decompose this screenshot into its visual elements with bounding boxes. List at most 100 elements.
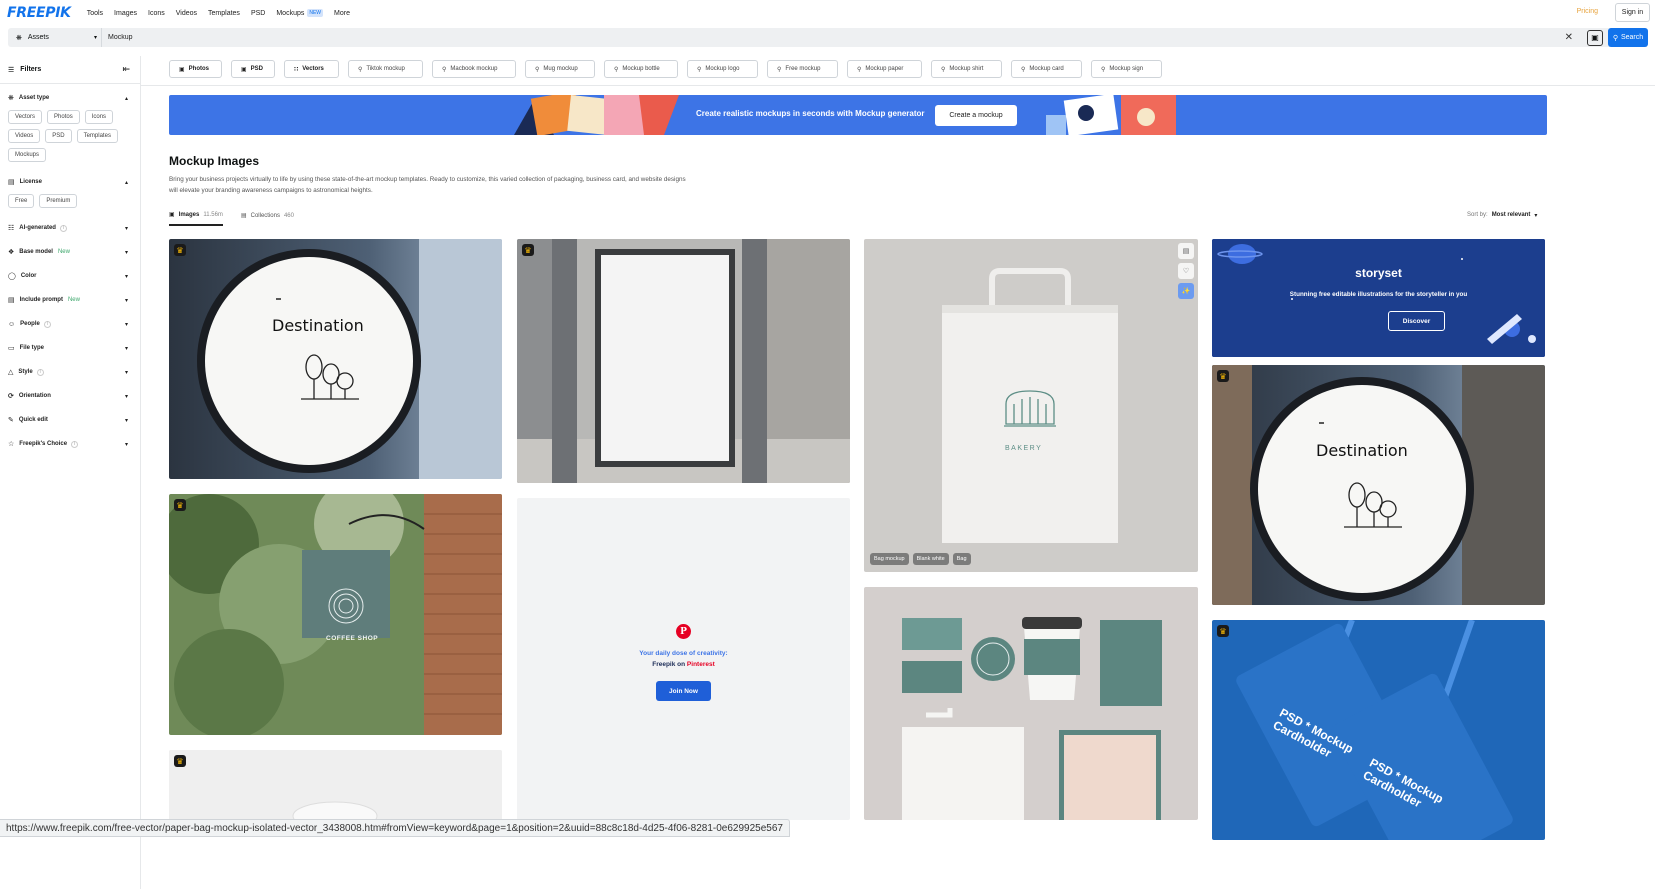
tab-collections-count: 460 <box>283 212 294 219</box>
filter-license-toggle[interactable]: ▤ License ▴ <box>0 170 140 194</box>
search-button[interactable]: ⚲ Search <box>1608 28 1648 47</box>
filter-style-toggle[interactable]: △ Style i ▾ <box>0 360 140 384</box>
pill-vectors[interactable]: ∷ Vectors <box>284 60 339 78</box>
page-description: Bring your business projects virtually t… <box>169 176 686 194</box>
asset-scope-dropdown[interactable]: ❋ Assets ▾ <box>8 28 102 47</box>
freepik-logo[interactable]: FREEPIK <box>7 5 71 21</box>
tag-bag[interactable]: Bag <box>952 553 971 565</box>
nav-videos[interactable]: Videos <box>176 10 197 17</box>
base-model-icon: ❖ <box>8 249 15 256</box>
filter-file-type-toggle[interactable]: ▭ File type ▾ <box>0 336 140 360</box>
sort-value: Most relevant <box>1491 212 1531 218</box>
sign-in-button[interactable]: Sign in <box>1615 3 1650 22</box>
pill-mockup-paper[interactable]: ⚲ Mockup paper <box>847 60 922 78</box>
pill-mockup-bottle[interactable]: ⚲ Mockup bottle <box>604 60 678 78</box>
nav-icons[interactable]: Icons <box>148 10 165 17</box>
sign-text: Destination <box>272 316 364 335</box>
filter-orientation-toggle[interactable]: ⟳ Orientation ▾ <box>0 384 140 408</box>
clear-icon[interactable]: ✕ <box>1565 32 1573 43</box>
result-card-billboard[interactable]: ♛ <box>517 239 850 483</box>
result-card-paper-bag[interactable]: BAKERY ▤ ♡ ✨ Bag mockup Blank white Bag <box>864 239 1198 572</box>
tag-bag-mockup[interactable]: Bag mockup <box>870 553 909 565</box>
nav-psd[interactable]: PSD <box>251 10 265 17</box>
pill-free-mockup[interactable]: ⚲ Free mockup <box>767 60 838 78</box>
result-card-cup[interactable]: ♛ <box>169 750 502 820</box>
tab-collections[interactable]: ▤ Collections 460 <box>241 211 294 226</box>
pill-macbook-mockup[interactable]: ⚲ Macbook mockup <box>432 60 516 78</box>
nav-templates[interactable]: Templates <box>208 10 240 17</box>
collapse-sidebar-icon[interactable]: ⇤ <box>122 64 130 75</box>
filter-asset-type-toggle[interactable]: ❋ Asset type ▴ <box>0 86 140 110</box>
filter-freepiks-choice-toggle[interactable]: ☆ Freepik's Choice i ▾ <box>0 432 140 456</box>
collection-icon[interactable]: ▤ <box>1178 243 1194 259</box>
pill-mockup-card[interactable]: ⚲ Mockup card <box>1011 60 1082 78</box>
filter-include-prompt-toggle[interactable]: ▤ Include prompt New ▾ <box>0 288 140 312</box>
cards-illustration <box>1046 95 1176 135</box>
info-icon: i <box>36 368 44 376</box>
filter-file-type: ▭ File type ▾ <box>0 336 140 360</box>
pricing-link[interactable]: Pricing <box>1577 8 1598 15</box>
chip-premium[interactable]: Premium <box>39 194 78 208</box>
chip-icons[interactable]: Icons <box>84 110 114 124</box>
tag-blank-white[interactable]: Blank white <box>912 553 949 565</box>
chip-psd[interactable]: PSD <box>45 129 72 143</box>
chip-vectors[interactable]: Vectors <box>8 110 43 124</box>
chip-photos[interactable]: Photos <box>47 110 80 124</box>
pill-psd[interactable]: ▣ PSD <box>231 60 275 78</box>
search-input[interactable] <box>102 28 1452 47</box>
pencil-icon: ✎ <box>8 417 14 424</box>
chevron-down-icon: ▾ <box>93 35 97 41</box>
license-chips: Free Premium <box>0 194 140 216</box>
edit-icon[interactable]: ✨ <box>1178 283 1194 299</box>
image-search-icon[interactable]: ▣ <box>1587 29 1603 46</box>
pinterest-line1: Your daily dose of creativity: <box>639 650 728 657</box>
nav-tools[interactable]: Tools <box>87 10 103 17</box>
nav-mockups[interactable]: Mockups NEW <box>276 9 324 17</box>
pill-label: Mockup shirt <box>949 66 984 72</box>
result-card-sign-destination[interactable]: Destination ♛ <box>169 239 502 479</box>
filter-orientation: ⟳ Orientation ▾ <box>0 384 140 408</box>
result-card-cardholder[interactable]: PSD * Mockup Cardholder PSD * Mockup Car… <box>1212 620 1545 840</box>
filter-ai-generated-toggle[interactable]: ☷ AI-generated i ▾ <box>0 216 140 240</box>
pill-mockup-shirt[interactable]: ⚲ Mockup shirt <box>931 60 1002 78</box>
result-tabs: ▣ Images 11.56m ▤ Collections 460 <box>169 211 294 226</box>
sort-control[interactable]: Sort by: Most relevant ▾ <box>1467 212 1537 219</box>
orientation-icon: ⟳ <box>8 393 14 400</box>
search-icon: ⚲ <box>1612 34 1618 42</box>
chip-mockups[interactable]: Mockups <box>8 148 47 162</box>
filter-color-toggle[interactable]: ◯ Color ▾ <box>0 264 140 288</box>
filters-sidebar: ☰ Filters ⇤ ❋ Asset type ▴ Vectors Photo… <box>0 56 141 889</box>
join-now-button[interactable]: Join Now <box>656 681 711 701</box>
result-card-sign-destination-2[interactable]: Destination ♛ <box>1212 365 1545 605</box>
chip-videos[interactable]: Videos <box>8 129 41 143</box>
pinterest-line2-a: Freepik on <box>652 661 686 668</box>
new-label: New <box>57 249 70 255</box>
discover-button[interactable]: Discover <box>1388 311 1445 331</box>
chevron-down-icon: ▾ <box>124 441 128 448</box>
chip-free[interactable]: Free <box>8 194 35 208</box>
filter-people-toggle[interactable]: ☺ People i ▾ <box>0 312 140 336</box>
create-mockup-button[interactable]: Create a mockup <box>935 105 1017 126</box>
filter-include-prompt: ▤ Include prompt New ▾ <box>0 288 140 312</box>
style-icon: △ <box>8 369 14 376</box>
paper-bag-image <box>864 239 1198 572</box>
orientation-label: Orientation <box>18 393 51 399</box>
pill-photos[interactable]: ▣ Photos <box>169 60 222 78</box>
filter-quick-edit-toggle[interactable]: ✎ Quick edit ▾ <box>0 408 140 432</box>
pill-mug-mockup[interactable]: ⚲ Mug mockup <box>525 60 595 78</box>
pill-mockup-sign[interactable]: ⚲ Mockup sign <box>1091 60 1162 78</box>
chip-templates[interactable]: Templates <box>76 129 118 143</box>
result-card-coffee-shop[interactable]: COFFEE SHOP ♛ <box>169 494 502 735</box>
tab-images[interactable]: ▣ Images 11.56m <box>169 211 223 226</box>
pinterest-icon: P <box>676 624 691 639</box>
image-icon: ▣ <box>169 212 175 218</box>
premium-crown-icon: ♛ <box>174 499 186 511</box>
result-card-stationery[interactable] <box>864 587 1198 820</box>
pill-tiktok-mockup[interactable]: ⚲ Tiktok mockup <box>348 60 423 78</box>
file-icon: ▭ <box>8 345 15 352</box>
heart-icon[interactable]: ♡ <box>1178 263 1194 279</box>
filter-base-model-toggle[interactable]: ❖ Base model New ▾ <box>0 240 140 264</box>
nav-more[interactable]: More <box>334 10 350 17</box>
pill-mockup-logo[interactable]: ⚲ Mockup logo <box>687 60 758 78</box>
nav-images[interactable]: Images <box>114 10 137 17</box>
